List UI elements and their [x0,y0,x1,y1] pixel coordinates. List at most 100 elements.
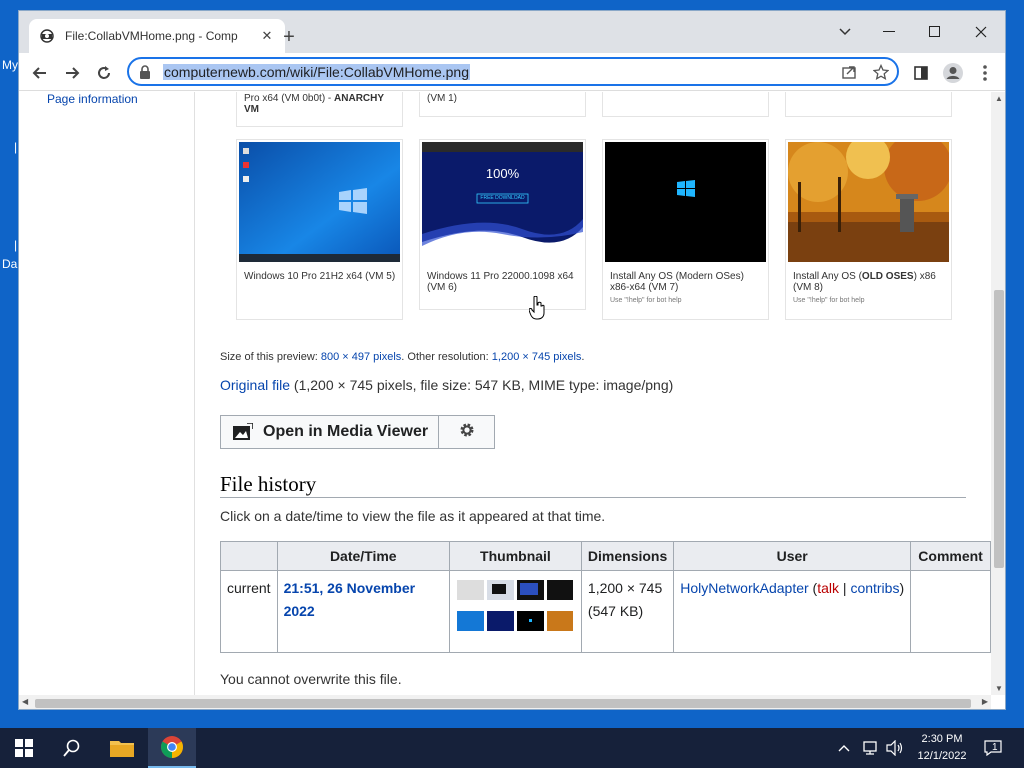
media-viewer-label: Open in Media Viewer [263,423,429,440]
gallery-thumbnail-vm7[interactable] [605,142,766,262]
minimize-button[interactable] [867,17,911,47]
thumbnail-cell [448,570,582,653]
thumbnail-progress-text: 100% [485,166,520,181]
contribs-link[interactable]: contribs [850,580,899,596]
gallery-item[interactable]: Windows 10 Pro 21H2 x64 (VM 5) [236,139,403,320]
gallery-item[interactable]: (VM 1) [419,92,586,117]
user-cell: HolyNetworkAdapter (talk | contribs) [673,570,912,653]
gallery-subcaption: Use "!help" for bot help [610,297,682,304]
network-icon[interactable] [862,728,880,768]
back-button[interactable] [28,61,52,85]
notification-count-badge: 1 [992,742,998,753]
datetime-link[interactable]: 21:51, 26 November 2022 [284,580,416,619]
lock-icon[interactable] [139,64,153,79]
column-header: Date/Time [276,541,450,571]
file-history-instruction: Click on a date/time to view the file as… [220,508,606,524]
gallery-item[interactable] [602,92,769,117]
horizontal-scroll-thumb[interactable] [35,699,971,708]
table-header-row: Date/Time Thumbnail Dimensions User Comm… [220,541,991,571]
address-bar[interactable]: computernewb.com/wiki/File:CollabVMHome.… [127,57,899,86]
site-favicon-icon [39,28,55,44]
file-history-heading: File history [220,472,317,496]
column-header [220,541,278,571]
gallery-thumbnail-win11[interactable]: 100% FREE DOWNLOAD [422,142,583,262]
menu-kebab-icon[interactable] [973,61,997,85]
image-icon [233,423,253,441]
gallery-caption: Install Any OS (Modern OSes) x86-x64 (VM… [610,271,744,293]
gallery-caption: Windows 11 Pro 22000.1098 x64 (VM 6) [427,271,574,293]
original-file-link[interactable]: Original file [220,377,290,393]
tab-title: File:CollabVMHome.png - Comp [65,29,238,43]
profile-avatar-icon[interactable] [941,61,965,85]
overwrite-notice: You cannot overwrite this file. [220,671,402,687]
scroll-down-arrow-icon[interactable]: ▼ [995,684,1003,693]
original-file-line: Original file (1,200 × 745 pixels, file … [220,377,674,393]
dimensions-cell: 1,200 × 745 (547 KB) [580,570,675,653]
gallery-item[interactable]: Install Any OS (OLD OSES) x86 (VM 8) Use… [785,139,952,320]
search-icon[interactable] [48,728,96,768]
preview-size-link[interactable]: 800 × 497 pixels [321,351,401,363]
gallery-caption: Pro x64 (VM 0b0t) - ANARCHY VM [244,93,384,115]
open-media-viewer-button[interactable]: Open in Media Viewer [220,415,439,449]
table-row: current 21:51, 26 November 2022 1,200 × … [220,570,991,653]
hand-cursor-icon [528,295,545,325]
scroll-right-arrow-icon[interactable]: ▶ [982,697,988,706]
gallery-thumbnail-win10[interactable] [239,142,400,262]
clock-time: 2:30 PM [921,733,963,745]
horizontal-scrollbar[interactable]: ◀ ▶ [19,695,991,709]
browser-tab[interactable]: File:CollabVMHome.png - Comp ✕ [29,19,285,53]
gallery-caption: Install Any OS (OLD OSES) x86 (VM 8) [793,271,936,293]
notification-center-button[interactable]: 1 [984,728,1004,768]
system-clock[interactable]: 2:30 PM 12/1/2022 [914,731,970,765]
vertical-scrollbar[interactable]: ▲ ▼ [991,92,1005,695]
thumbnail-button-text: FREE DOWNLOAD [480,195,525,201]
scroll-up-arrow-icon[interactable]: ▲ [995,94,1003,103]
column-header: Dimensions [580,541,675,571]
reload-button[interactable] [92,61,116,85]
url-text[interactable]: computernewb.com/wiki/File:CollabVMHome.… [163,63,471,80]
close-window-button[interactable] [959,17,1003,47]
desktop-icon-label[interactable]: Da [2,257,17,271]
talk-link[interactable]: talk [817,580,839,596]
side-panel-icon[interactable] [909,61,933,85]
media-viewer-settings-button[interactable] [438,415,495,449]
datetime-cell: 21:51, 26 November 2022 [276,570,450,653]
history-thumbnail[interactable] [455,575,575,648]
maximize-button[interactable] [913,17,957,47]
heading-divider [220,497,966,498]
column-header: Thumbnail [448,541,582,571]
desktop-icon-label[interactable]: My [2,58,18,72]
scroll-left-arrow-icon[interactable]: ◀ [22,697,28,706]
new-tab-button[interactable]: + [277,25,301,49]
vertical-scroll-thumb[interactable] [994,290,1004,568]
gallery-thumbnail-vm8[interactable] [788,142,949,262]
show-hidden-icons-chevron-icon[interactable] [838,728,850,768]
gallery-item[interactable]: 100% FREE DOWNLOAD Windows 11 Pro 22000.… [419,139,586,310]
close-tab-icon[interactable]: ✕ [259,28,275,44]
gallery-item[interactable] [785,92,952,117]
start-button[interactable] [0,728,48,768]
user-link[interactable]: HolyNetworkAdapter [680,580,808,596]
forward-button[interactable] [60,61,84,85]
gallery-item[interactable]: Install Any OS (Modern OSes) x86-x64 (VM… [602,139,769,320]
volume-icon[interactable] [886,728,904,768]
taskbar: 2:30 PM 12/1/2022 1 [0,728,1024,768]
gallery-item[interactable]: Pro x64 (VM 0b0t) - ANARCHY VM [236,92,403,127]
status-cell: current [220,570,278,653]
gallery-subcaption: Use "!help" for bot help [793,297,865,304]
share-icon[interactable] [839,62,859,82]
page-content: Page information Pro x64 (VM 0b0t) - ANA… [19,92,1005,695]
tab-search-chevron-icon[interactable] [823,17,867,47]
file-history-table: Date/Time Thumbnail Dimensions User Comm… [220,541,991,653]
browser-window: File:CollabVMHome.png - Comp ✕ + compute… [18,10,1006,710]
other-resolution-link[interactable]: 1,200 × 745 pixels [492,351,582,363]
title-bar: File:CollabVMHome.png - Comp ✕ + [19,11,1005,53]
clock-date: 12/1/2022 [917,750,967,762]
desktop-icon-fragment: | [14,238,18,252]
column-header: Comment [910,541,991,571]
bookmark-star-icon[interactable] [871,62,891,82]
chrome-taskbar-icon[interactable] [148,728,196,768]
browser-toolbar: computernewb.com/wiki/File:CollabVMHome.… [19,53,1005,91]
page-information-link[interactable]: Page information [47,92,138,106]
file-explorer-icon[interactable] [98,728,146,768]
